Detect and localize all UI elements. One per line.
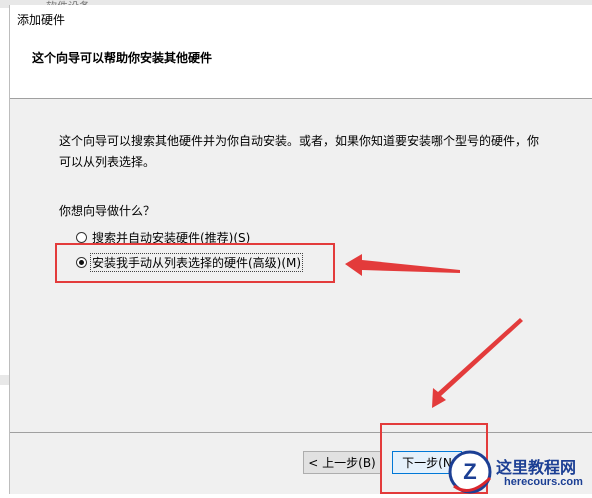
site-watermark: Z 这里教程网 herecours.com xyxy=(446,448,592,494)
radio-auto-label[interactable]: 搜索并自动安装硬件(推荐)(S) xyxy=(90,228,252,247)
watermark-title: 这里教程网 xyxy=(496,458,577,477)
footer-divider xyxy=(10,432,592,433)
radio-button-manual[interactable] xyxy=(76,256,87,268)
wizard-body: 这个向导可以搜索其他硬件并为你自动安装。或者，如果你知道要安装哪个型号的硬件，你… xyxy=(10,99,592,429)
add-hardware-dialog: 添加硬件 这个向导可以帮助你安装其他硬件 这个向导可以搜索其他硬件并为你自动安装… xyxy=(9,5,592,494)
wizard-heading: 这个向导可以帮助你安装其他硬件 xyxy=(32,51,213,65)
wizard-header: 这个向导可以帮助你安装其他硬件 xyxy=(10,29,592,99)
watermark-logo-letter: Z xyxy=(463,459,476,484)
intro-text: 这个向导可以搜索其他硬件并为你自动安装。或者，如果你知道要安装哪个型号的硬件，你… xyxy=(59,134,540,169)
watermark-url: herecours.com xyxy=(504,476,583,488)
back-button[interactable]: < 上一步(B) xyxy=(303,451,381,474)
radio-manual-label[interactable]: 安装我手动从列表选择的硬件(高级)(M) xyxy=(90,252,304,272)
radio-button-auto[interactable] xyxy=(76,231,87,243)
question-text: 你想向导做什么？ xyxy=(59,204,156,218)
dialog-title: 添加硬件 xyxy=(17,13,66,27)
radio-manual-install[interactable]: 安装我手动从列表选择的硬件(高级)(M) xyxy=(76,252,304,272)
watermark-logo-icon: Z xyxy=(448,450,492,494)
radio-auto-install[interactable]: 搜索并自动安装硬件(推荐)(S) xyxy=(76,228,252,246)
dialog-title-bar[interactable]: 添加硬件 xyxy=(10,5,592,29)
